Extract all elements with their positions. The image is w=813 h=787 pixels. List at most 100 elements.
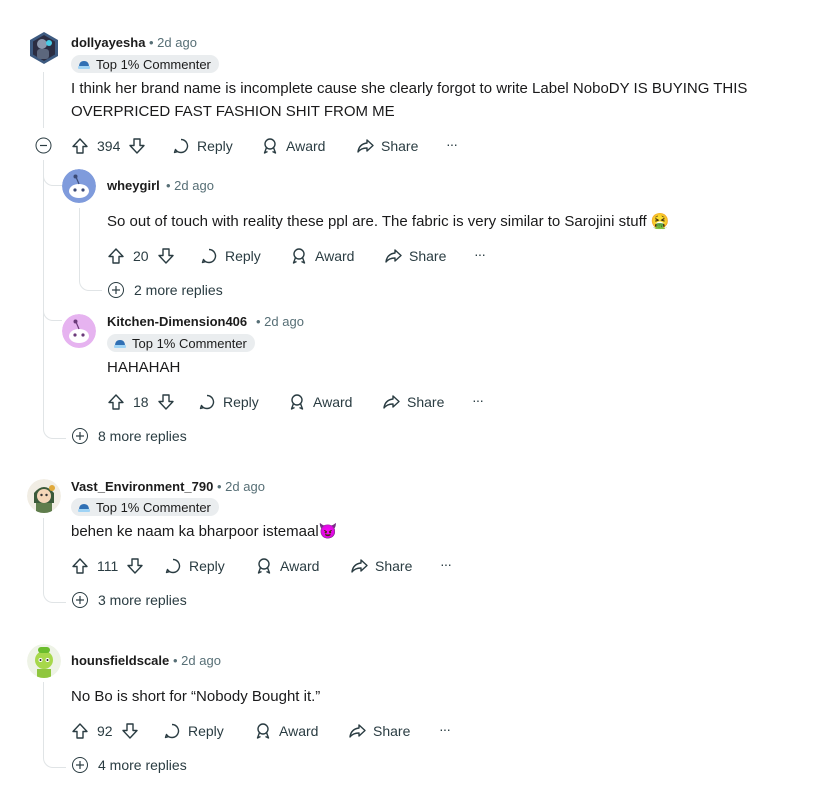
vote-group: 92	[71, 721, 139, 741]
emoji: 🤮	[650, 213, 670, 230]
share-button[interactable]: Share	[382, 392, 444, 412]
award-button[interactable]: Award	[254, 721, 318, 741]
award-icon	[288, 393, 306, 411]
vote-group: 394	[71, 136, 146, 156]
overflow-icon: ···	[446, 136, 458, 152]
username[interactable]: Kitchen-Dimension406	[107, 314, 247, 329]
share-icon	[382, 393, 401, 411]
share-icon	[356, 137, 375, 155]
reply-button[interactable]: Reply	[164, 556, 225, 576]
upvote-icon[interactable]	[71, 137, 89, 155]
collapse-icon[interactable]	[35, 137, 52, 159]
vote-group: 111	[71, 556, 144, 576]
comment-icon	[172, 137, 190, 155]
thread-curve-kitchen	[43, 300, 62, 321]
overflow-icon: ···	[474, 246, 486, 262]
share-icon	[348, 722, 367, 740]
thread-curve-wheygirl	[43, 165, 62, 186]
flair-icon	[113, 337, 127, 349]
award-icon	[290, 247, 308, 265]
upvote-icon[interactable]	[107, 393, 125, 411]
overflow-menu-button[interactable]: ···	[474, 244, 486, 264]
overflow-menu-button[interactable]: ···	[440, 554, 452, 574]
overflow-icon: ···	[439, 721, 451, 737]
avatar[interactable]	[62, 314, 96, 348]
share-button[interactable]: Share	[356, 136, 418, 156]
share-button[interactable]: Share	[384, 246, 446, 266]
upvote-icon[interactable]	[107, 247, 125, 265]
comment-body: No Bo is short for “Nobody Bought it.”	[71, 688, 321, 705]
thread-curve-houns-more	[43, 747, 66, 768]
timestamp: • 2d ago	[149, 35, 197, 50]
vote-count: 18	[133, 394, 149, 410]
downvote-icon[interactable]	[121, 722, 139, 740]
award-button[interactable]: Award	[261, 136, 325, 156]
more-replies-button[interactable]: 4 more replies	[72, 757, 187, 773]
expand-icon	[72, 592, 88, 608]
emoji: 😈	[318, 523, 338, 540]
timestamp: • 2d ago	[166, 178, 214, 193]
user-flair: Top 1% Commenter	[107, 334, 255, 352]
thread-line-main	[43, 72, 44, 128]
share-icon	[384, 247, 403, 265]
comment-icon	[163, 722, 181, 740]
thread-curve-main-more	[43, 418, 66, 439]
overflow-menu-button[interactable]: ···	[446, 134, 458, 154]
avatar[interactable]	[62, 169, 96, 203]
thread-curve-vast-more	[43, 582, 66, 603]
downvote-icon[interactable]	[157, 393, 175, 411]
vote-count: 394	[97, 138, 121, 154]
upvote-icon[interactable]	[71, 557, 89, 575]
downvote-icon[interactable]	[157, 247, 175, 265]
vote-count: 111	[97, 558, 119, 574]
username[interactable]: wheygirl	[107, 178, 160, 193]
user-flair: Top 1% Commenter	[71, 55, 219, 73]
more-replies-button[interactable]: 2 more replies	[108, 282, 223, 298]
downvote-icon[interactable]	[128, 137, 146, 155]
reply-button[interactable]: Reply	[172, 136, 233, 156]
downvote-icon[interactable]	[126, 557, 144, 575]
avatar[interactable]	[27, 479, 61, 513]
more-replies-button[interactable]: 3 more replies	[72, 592, 187, 608]
flair-icon	[77, 501, 91, 513]
overflow-menu-button[interactable]: ···	[472, 390, 484, 410]
username[interactable]: dollyayesha	[71, 35, 145, 50]
username[interactable]: Vast_Environment_790	[71, 479, 213, 494]
user-flair: Top 1% Commenter	[71, 498, 219, 516]
award-button[interactable]: Award	[290, 246, 354, 266]
avatar[interactable]	[27, 644, 61, 678]
expand-icon	[72, 757, 88, 773]
thread-line-main-lower	[43, 160, 44, 422]
timestamp: • 2d ago	[217, 479, 265, 494]
thread-line-wheygirl	[79, 208, 80, 278]
reply-button[interactable]: Reply	[200, 246, 261, 266]
overflow-icon: ···	[440, 556, 452, 572]
vote-count: 20	[133, 248, 149, 264]
expand-icon	[108, 282, 124, 298]
avatar[interactable]	[27, 31, 61, 65]
overflow-menu-button[interactable]: ···	[439, 719, 451, 739]
share-button[interactable]: Share	[350, 556, 412, 576]
share-icon	[350, 557, 369, 575]
comment-icon	[200, 247, 218, 265]
upvote-icon[interactable]	[71, 722, 89, 740]
username[interactable]: hounsfieldscale	[71, 653, 169, 668]
share-button[interactable]: Share	[348, 721, 410, 741]
award-button[interactable]: Award	[255, 556, 319, 576]
comment-body: HAHAHAH	[107, 359, 181, 376]
timestamp: • 2d ago	[173, 653, 221, 668]
reply-button[interactable]: Reply	[198, 392, 259, 412]
award-button[interactable]: Award	[288, 392, 352, 412]
comment-icon	[198, 393, 216, 411]
flair-icon	[77, 58, 91, 70]
reply-button[interactable]: Reply	[163, 721, 224, 741]
comment-body: I think her brand name is incomplete cau…	[71, 80, 748, 120]
vote-group: 18	[107, 392, 175, 412]
more-replies-button[interactable]: 8 more replies	[72, 428, 187, 444]
award-icon	[254, 722, 272, 740]
comment-body: behen ke naam ka bharpoor istemaal😈	[71, 523, 338, 540]
expand-icon	[72, 428, 88, 444]
thread-curve-wheygirl-more	[79, 270, 102, 291]
thread-line-vast	[43, 518, 44, 588]
overflow-icon: ···	[472, 392, 484, 408]
